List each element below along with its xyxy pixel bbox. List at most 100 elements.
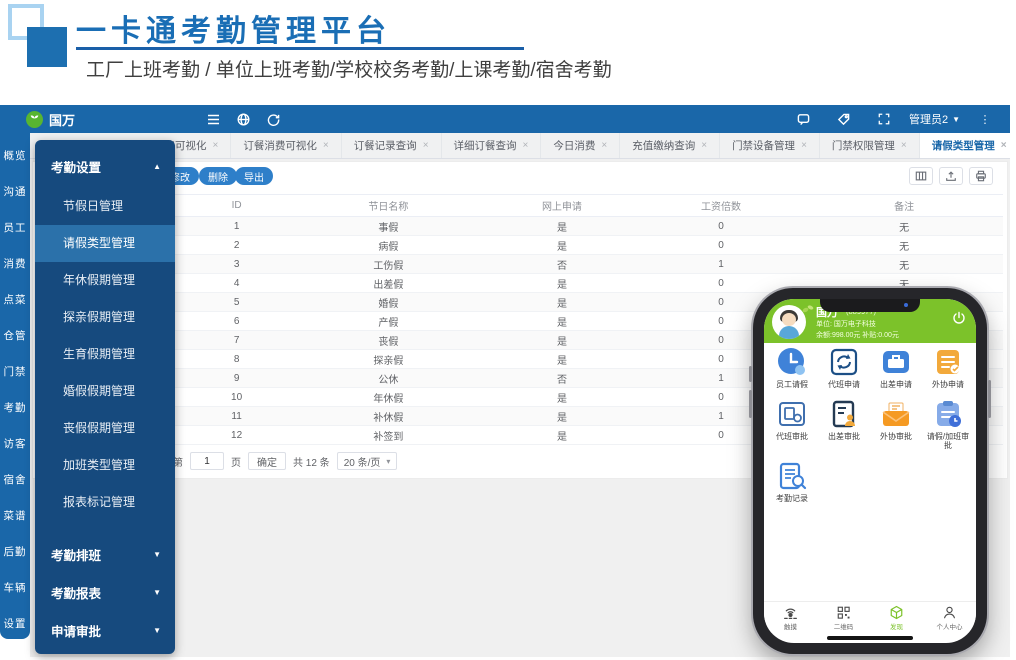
tag-icon[interactable] [829, 113, 859, 126]
fullscreen-icon[interactable] [869, 113, 899, 125]
app-leave-overtime-approval[interactable]: 请假/加班审批 [922, 399, 974, 450]
module-rail: 概览沟通员工消费点菜仓管门禁考勤访客宿舍菜谱后勤车辆设置 [0, 133, 30, 639]
submenu-item[interactable]: 婚假假期管理 [35, 373, 175, 410]
rail-item[interactable]: 设置 [0, 605, 30, 641]
phone-volume-button [749, 390, 752, 418]
power-icon[interactable] [952, 311, 966, 330]
phone-tab-discover[interactable]: 发现 [870, 602, 923, 633]
columns-icon[interactable] [909, 167, 933, 185]
rail-item[interactable]: 门禁 [0, 353, 30, 389]
refresh-icon[interactable] [258, 113, 288, 126]
table-row[interactable]: 1 事假 是 0 无 [39, 217, 1003, 236]
tab[interactable]: 门禁权限管理 [820, 133, 920, 158]
rail-item[interactable]: 菜谱 [0, 497, 30, 533]
rail-item[interactable]: 沟通 [0, 173, 30, 209]
submenu-item[interactable]: 探亲假期管理 [35, 299, 175, 336]
table-row[interactable]: 3 工伤假 否 1 无 [39, 255, 1003, 274]
tab-close-icon[interactable] [901, 140, 907, 151]
phone-company: 单位: 国万电子科技 [816, 319, 876, 329]
tab[interactable]: 订餐消费可视化 [231, 133, 341, 158]
user-menu[interactable]: 管理员2 ▼ [909, 111, 960, 127]
submenu-item[interactable]: 报表标记管理 [35, 484, 175, 521]
phone-power-button [988, 380, 991, 418]
caret-down-icon: ▼ [153, 588, 161, 597]
home-indicator[interactable] [827, 636, 913, 640]
tab-close-icon[interactable] [601, 140, 607, 151]
page-subtitle: 工厂上班考勤 / 单位上班考勤/学校校务考勤/上课考勤/宿舍考勤 [86, 55, 612, 82]
rail-item[interactable]: 仓管 [0, 317, 30, 353]
submenu-item[interactable]: 节假日管理 [35, 188, 175, 225]
column-header[interactable]: 备注 [805, 195, 1003, 217]
page-unit: 页 [231, 454, 241, 469]
submenu-group-attendance-settings[interactable]: 考勤设置 ▲ [35, 140, 175, 188]
page-size-select[interactable]: 20 条/页 ▾ [337, 452, 398, 470]
submenu-group[interactable]: 考勤排班 ▼ [35, 535, 175, 573]
submenu-item[interactable]: 丧假假期管理 [35, 410, 175, 447]
tab-close-icon[interactable] [701, 140, 707, 151]
tab[interactable]: 充值缴纳查询 [620, 133, 720, 158]
menu-icon[interactable] [198, 114, 228, 125]
phone-tab-qrcode[interactable]: 二维码 [817, 602, 870, 633]
submenu-item[interactable]: 加班类型管理 [35, 447, 175, 484]
confirm-page-button[interactable]: 确定 [248, 452, 286, 470]
phone-tab-profile[interactable]: 个人中心 [923, 602, 976, 633]
envelope-icon [881, 399, 911, 429]
avatar[interactable] [772, 305, 806, 339]
column-header[interactable]: 工资倍数 [637, 195, 806, 217]
title-underline [76, 47, 524, 50]
app-outsourcing-request[interactable]: 外协申请 [922, 347, 974, 389]
pagination: 到第 页 确定 共 12 条 20 条/页 ▾ [163, 452, 397, 470]
rail-item[interactable]: 宿舍 [0, 461, 30, 497]
app-business-trip-approval[interactable]: 出差审批 [818, 399, 870, 450]
tab[interactable]: 门禁设备管理 [720, 133, 820, 158]
tab-close-icon[interactable] [1001, 140, 1007, 151]
column-header[interactable]: 网上申请 [487, 195, 636, 217]
export-button[interactable]: 导出 [235, 167, 273, 185]
tab-close-icon[interactable] [801, 140, 807, 151]
page-title: 一卡通考勤管理平台 [76, 6, 391, 50]
phone-mockup: 国万 (889977) 单位: 国万电子科技 余额:998.00元 补贴:0.0… [753, 288, 987, 654]
print-icon[interactable] [969, 167, 993, 185]
app-business-trip-request[interactable]: 出差申请 [870, 347, 922, 389]
table-row[interactable]: 2 病假 是 0 无 [39, 236, 1003, 255]
tab[interactable]: 订餐记录查询 [342, 133, 442, 158]
tab-close-icon[interactable] [213, 140, 219, 151]
tab-close-icon[interactable] [423, 140, 429, 151]
rail-item[interactable]: 后勤 [0, 533, 30, 569]
rail-item[interactable]: 员工 [0, 209, 30, 245]
rail-item[interactable]: 消费 [0, 245, 30, 281]
tab-close-icon[interactable] [323, 140, 329, 151]
column-header[interactable]: 节日名称 [290, 195, 488, 217]
rail-item[interactable]: 访客 [0, 425, 30, 461]
tab[interactable]: 请假类型管理 [920, 133, 1010, 158]
clipboard-clock-icon [933, 399, 963, 429]
export-icon[interactable] [939, 167, 963, 185]
tab[interactable]: 今日消费 [541, 133, 620, 158]
repeat-square-icon [829, 347, 859, 377]
submenu-group[interactable]: 考勤报表 ▼ [35, 573, 175, 611]
page-input[interactable] [190, 452, 224, 470]
rail-item[interactable]: 考勤 [0, 389, 30, 425]
column-header[interactable]: ID [184, 195, 290, 217]
rail-item[interactable]: 车辆 [0, 569, 30, 605]
rail-item[interactable]: 概览 [0, 137, 30, 173]
app-outsourcing-approval[interactable]: 外协审批 [870, 399, 922, 450]
caret-up-icon: ▲ [153, 162, 161, 171]
more-icon[interactable]: ⋮ [970, 113, 1000, 126]
tab[interactable]: 详细订餐查询 [442, 133, 542, 158]
submenu-group[interactable]: 申请审批 ▼ [35, 611, 175, 649]
submenu-item[interactable]: 年休假期管理 [35, 262, 175, 299]
phone-tab-touch[interactable]: 触摸 [764, 602, 817, 633]
message-icon[interactable] [789, 113, 819, 126]
rail-item[interactable]: 点菜 [0, 281, 30, 317]
app-employee-leave[interactable]: 员工请假 [766, 347, 818, 389]
brand: 国万 [26, 110, 176, 129]
globe-icon[interactable] [228, 113, 258, 126]
app-shift-substitute-approval[interactable]: 代班审批 [766, 399, 818, 450]
app-attendance-records[interactable]: 考勤记录 [766, 461, 818, 503]
app-shift-substitute-request[interactable]: 代班申请 [818, 347, 870, 389]
tab-close-icon[interactable] [523, 140, 529, 151]
submenu-item[interactable]: 请假类型管理 [35, 225, 175, 262]
submenu-item[interactable]: 生育假期管理 [35, 336, 175, 373]
delete-button[interactable]: 删除 [199, 167, 237, 185]
